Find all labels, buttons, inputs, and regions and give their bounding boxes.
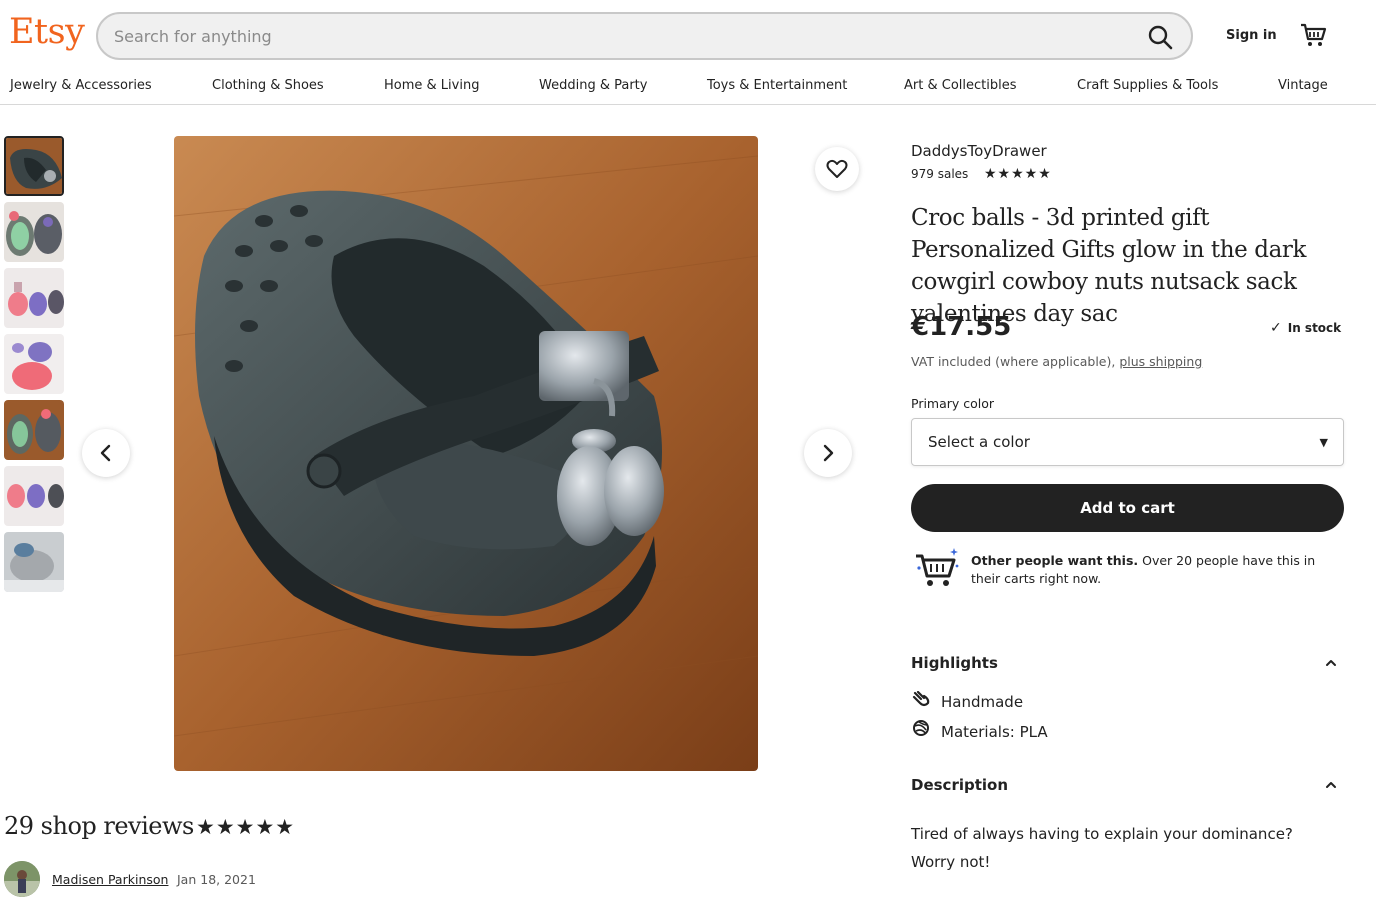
thumbnail-1[interactable] [4, 136, 64, 196]
shop-name-link[interactable]: DaddysToyDrawer [911, 142, 1047, 160]
thumbnail-5[interactable] [4, 400, 64, 460]
demand-notice-bold: Other people want this. [971, 553, 1139, 568]
description-heading[interactable]: Description [911, 776, 1008, 794]
demand-notice: Other people want this. Over 20 people h… [971, 552, 1341, 588]
description-text: Tired of always having to explain your d… [911, 820, 1331, 876]
nav-item-toys[interactable]: Toys & Entertainment [707, 78, 847, 93]
thumbnail-3[interactable] [4, 268, 64, 328]
highlight-materials-text: Materials: PLA [941, 723, 1048, 741]
nav-item-art[interactable]: Art & Collectibles [904, 78, 1016, 93]
vat-info: VAT included (where applicable), plus sh… [911, 354, 1202, 369]
cart-sparkle-icon [916, 548, 959, 586]
add-to-cart-button[interactable]: Add to cart [911, 484, 1344, 532]
caret-down-icon: ▼ [1319, 436, 1328, 449]
product-main-image[interactable] [174, 136, 758, 771]
chevron-up-icon[interactable] [1324, 778, 1338, 792]
reviews-heading: 29 shop reviews [4, 812, 194, 840]
favorite-button[interactable] [815, 147, 859, 191]
stock-status: ✓ In stock [1270, 320, 1341, 336]
nav-item-craft[interactable]: Craft Supplies & Tools [1077, 78, 1218, 93]
yarn-icon [911, 719, 931, 741]
chevron-right-icon [823, 444, 834, 462]
reviewer-name-link[interactable]: Madisen Parkinson [52, 872, 168, 887]
shop-sales-count: 979 sales [911, 167, 969, 181]
color-select-value: Select a color [928, 433, 1030, 451]
description-line: Tired of always having to explain your d… [911, 825, 1293, 843]
nav-item-clothing[interactable]: Clothing & Shoes [212, 78, 324, 93]
thumbnail-6[interactable] [4, 466, 64, 526]
primary-color-label: Primary color [911, 396, 995, 411]
description-line: Worry not! [911, 853, 991, 871]
nav-item-wedding[interactable]: Wedding & Party [539, 78, 647, 93]
listing-price: €17.55 [911, 312, 1012, 342]
vat-text: VAT included (where applicable), [911, 354, 1116, 369]
hand-icon [911, 690, 931, 711]
nav-item-vintage[interactable]: Vintage [1278, 78, 1328, 93]
highlight-handmade: Handmade [911, 690, 1024, 711]
site-header: Etsy Sign in [0, 0, 1376, 72]
thumbnail-7[interactable] [4, 532, 64, 592]
color-select[interactable]: Select a color ▼ [911, 418, 1344, 466]
sign-in-link[interactable]: Sign in [1226, 28, 1277, 43]
thumbnail-4[interactable] [4, 334, 64, 394]
chevron-left-icon [100, 444, 111, 462]
shop-rating-stars[interactable]: ★★★★★ [984, 166, 1052, 182]
search-input[interactable] [114, 14, 1114, 58]
highlight-materials: Materials: PLA [911, 719, 1048, 741]
thumbnail-2[interactable] [4, 202, 64, 262]
avatar[interactable] [4, 861, 40, 897]
category-nav: Jewelry & Accessories Clothing & Shoes H… [0, 72, 1376, 105]
nav-item-home[interactable]: Home & Living [384, 78, 479, 93]
checkmark-icon: ✓ [1270, 320, 1282, 336]
stock-label: In stock [1287, 321, 1342, 335]
shipping-link[interactable]: plus shipping [1119, 354, 1202, 369]
previous-image-button[interactable] [82, 429, 130, 477]
next-image-button[interactable] [804, 429, 852, 477]
nav-item-jewelry[interactable]: Jewelry & Accessories [10, 78, 152, 93]
listing-title: Croc balls - 3d printed gift Personalize… [911, 205, 1307, 327]
search-bar [96, 12, 1193, 60]
highlights-heading[interactable]: Highlights [911, 654, 998, 672]
heart-icon [826, 159, 848, 178]
review-date: Jan 18, 2021 [177, 872, 256, 887]
etsy-logo[interactable]: Etsy [9, 12, 85, 52]
search-icon[interactable] [1147, 24, 1173, 50]
highlight-handmade-text: Handmade [941, 693, 1024, 711]
chevron-up-icon[interactable] [1324, 656, 1338, 670]
cart-icon[interactable] [1299, 22, 1327, 48]
reviews-rating-stars: ★★★★★ [196, 815, 296, 839]
